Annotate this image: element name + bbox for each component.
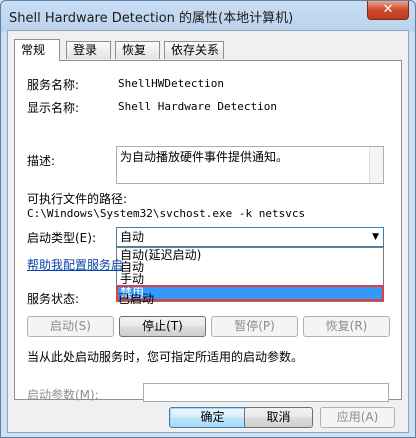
option-auto-delayed[interactable]: 自动(延迟启动) [117, 249, 383, 261]
start-params-input[interactable] [143, 383, 389, 402]
close-icon: ✕ [382, 2, 394, 17]
display-name-label: 显示名称: [27, 101, 80, 115]
description-scrollbar[interactable] [369, 147, 383, 183]
dialog-body: 常规 登录 恢复 依存关系 服务名称: ShellHWDetection 显示名… [7, 30, 409, 433]
startup-type-dropdown: 自动(延迟启动) 自动 手动 禁用 [116, 247, 384, 302]
exe-path-label: 可执行文件的路径: [27, 192, 128, 206]
tab-logon[interactable]: 登录 [66, 41, 111, 59]
close-button[interactable]: ✕ [367, 1, 409, 20]
start-params-label: 启动参数(M): [27, 388, 99, 402]
window-title: Shell Hardware Detection 的属性(本地计算机) [9, 11, 294, 26]
help-configure-link[interactable]: 帮助我配置服务启 [27, 256, 123, 273]
service-status-value: 已启动 [118, 292, 155, 306]
option-auto[interactable]: 自动 [117, 261, 383, 273]
startup-type-select[interactable]: 自动 ▼ [116, 227, 384, 247]
service-status-label: 服务状态: [27, 292, 80, 306]
title-bar[interactable]: Shell Hardware Detection 的属性(本地计算机) ✕ [1, 1, 415, 29]
start-params-hint: 当从此处启动服务时，您可指定所适用的启动参数。 [27, 350, 304, 364]
service-name-label: 服务名称: [27, 78, 80, 92]
option-disabled[interactable]: 禁用 [116, 285, 384, 301]
display-name-value: Shell Hardware Detection [118, 100, 277, 113]
tab-general[interactable]: 常规 [14, 39, 60, 61]
stop-button[interactable]: 停止(T) [119, 316, 206, 337]
tab-recovery[interactable]: 恢复 [115, 41, 160, 59]
description-text: 为自动播放硬件事件提供通知。 [120, 150, 289, 164]
general-panel: 服务名称: ShellHWDetection 显示名称: Shell Hardw… [14, 60, 402, 402]
cancel-button[interactable]: 取消 [244, 407, 313, 428]
startup-type-value: 自动 [120, 230, 145, 244]
tab-dependencies[interactable]: 依存关系 [164, 41, 224, 59]
service-name-value: ShellHWDetection [118, 77, 224, 90]
start-button[interactable]: 启动(S) [27, 316, 114, 337]
chevron-down-icon: ▼ [372, 232, 379, 242]
apply-button[interactable]: 应用(A) [320, 407, 395, 428]
startup-type-label: 启动类型(E): [27, 231, 96, 245]
ok-button[interactable]: 确定 [169, 407, 256, 428]
exe-path-value: C:\Windows\System32\svchost.exe -k netsv… [27, 207, 306, 220]
description-label: 描述: [27, 154, 56, 168]
properties-window: Shell Hardware Detection 的属性(本地计算机) ✕ 常规… [0, 0, 416, 438]
description-box[interactable]: 为自动播放硬件事件提供通知。 [116, 146, 384, 184]
resume-button[interactable]: 恢复(R) [303, 316, 390, 337]
option-manual[interactable]: 手动 [117, 273, 383, 285]
pause-button[interactable]: 暂停(P) [211, 316, 298, 337]
